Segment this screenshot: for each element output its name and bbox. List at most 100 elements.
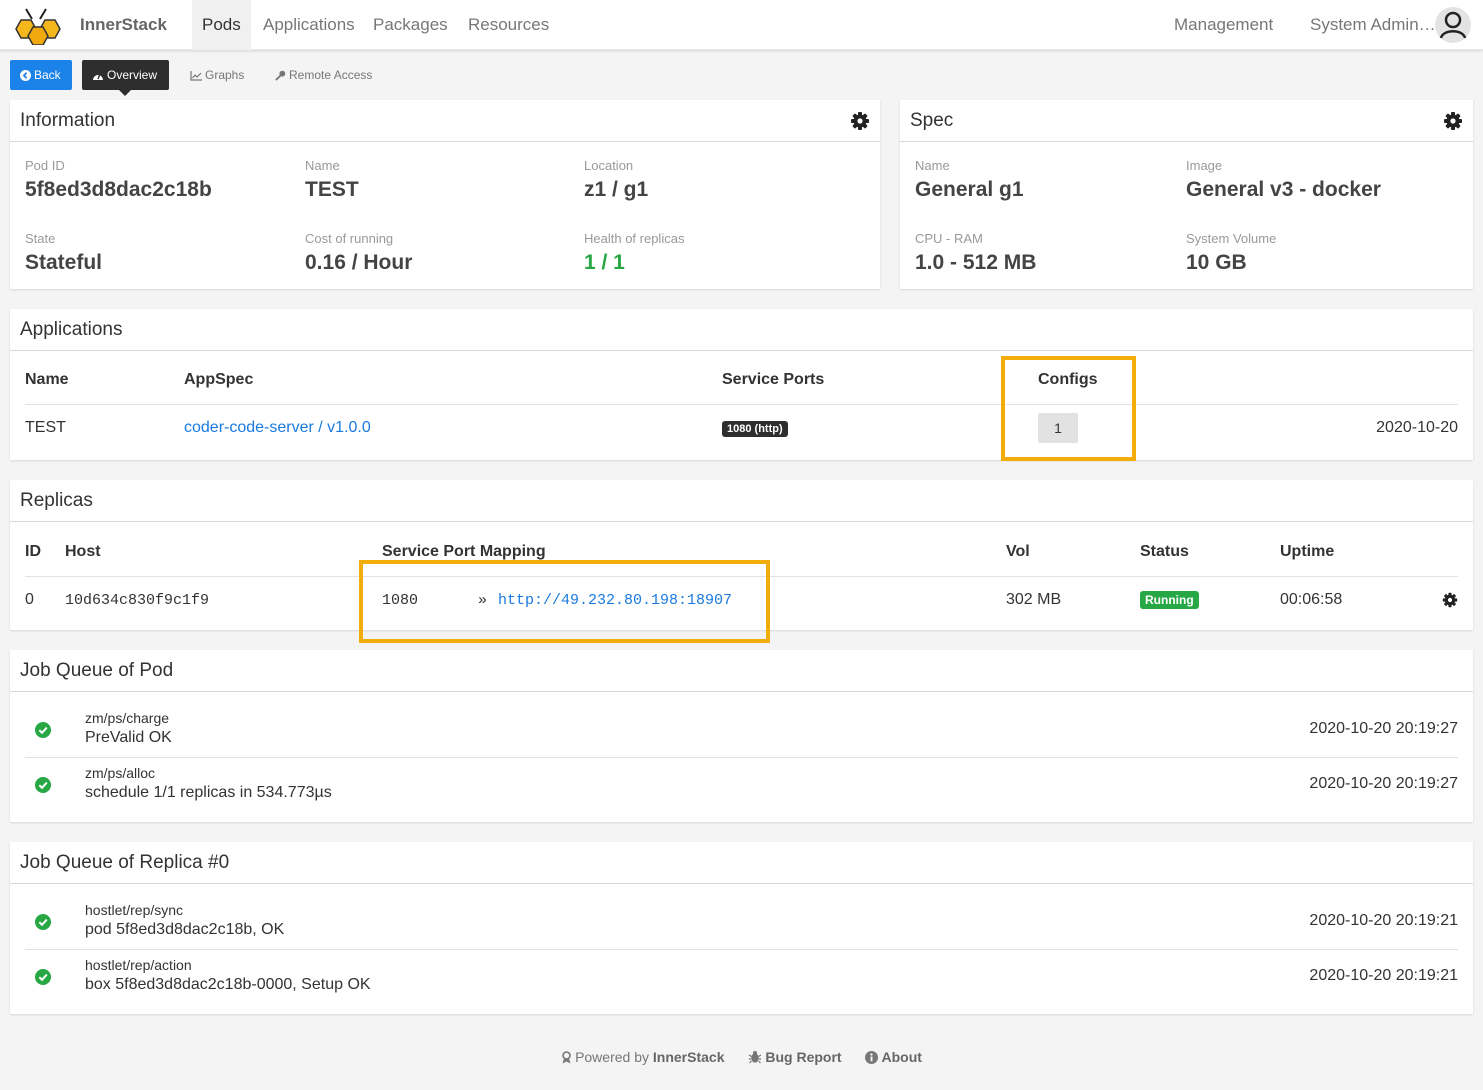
brand-name[interactable]: InnerStack [80, 15, 167, 35]
key-icon [275, 70, 286, 81]
spec-field-name: Name General g1 [915, 158, 1024, 202]
replica-id: 0 [25, 591, 34, 609]
award-icon [562, 1051, 571, 1064]
replica-url-link[interactable]: http://49.232.80.198:18907 [498, 592, 732, 609]
field-value: TEST [305, 178, 359, 201]
user-avatar[interactable] [1435, 7, 1471, 43]
job-item: zm/ps/charge PreValid OK 2020-10-20 20:1… [25, 702, 1458, 757]
applications-table: Name AppSpec Service Ports Configs TEST … [25, 356, 1458, 452]
job-queue-pod-panel: Job Queue of Pod zm/ps/charge PreValid O… [10, 650, 1473, 822]
table-row: 0 10d634c830f9c1f9 1080 » http://49.232.80… [25, 576, 1458, 624]
field-health: Health of replicas 1 / 1 [584, 231, 684, 275]
port-mapping: 1080 » http://49.232.80.198:18907 [382, 576, 1006, 624]
appspec-link[interactable]: coder-code-server / v1.0.0 [184, 419, 371, 436]
job-time: 2020-10-20 20:19:27 [1309, 775, 1458, 792]
col-id: ID [25, 528, 65, 577]
information-header: Information [10, 100, 880, 142]
status-badge: Running [1140, 591, 1199, 610]
spec-field-cpu-ram: CPU - RAM 1.0 - 512 MB [915, 231, 1036, 275]
job-message: schedule 1/1 replicas in 534.773µs [85, 784, 332, 801]
line-chart-icon [190, 71, 202, 81]
field-label: Cost of running [305, 231, 394, 246]
about-link[interactable]: About [865, 1049, 922, 1065]
nav-applications[interactable]: Applications [253, 0, 365, 50]
job-item: zm/ps/alloc schedule 1/1 replicas in 534… [25, 757, 1458, 812]
job-name: hostlet/rep/sync [85, 902, 184, 918]
job-queue-replica-panel: Job Queue of Replica #0 hostlet/rep/sync… [10, 842, 1473, 1014]
spec-panel: Spec Name General g1 Image General v3 - do… [900, 100, 1473, 289]
information-title: Information [20, 110, 116, 131]
spec-field-image: Image General v3 - docker [1186, 158, 1381, 202]
tab-remote-access[interactable]: Remote Access [265, 60, 382, 90]
tab-graphs[interactable]: Graphs [180, 60, 254, 90]
replicas-header: Replicas [10, 480, 1473, 522]
replicas-table: ID Host Service Port Mapping Vol Status … [25, 528, 1458, 624]
user-menu[interactable]: System Admin… [1310, 0, 1436, 50]
service-port-badge: 1080 (http) [722, 421, 788, 438]
back-button[interactable]: Back [10, 60, 72, 90]
table-row: TEST coder-code-server / v1.0.0 1080 (ht… [25, 404, 1458, 452]
replicas-panel: Replicas ID Host Service Port Mapping Vo… [10, 480, 1473, 630]
gear-icon[interactable] [1442, 592, 1458, 608]
field-label: System Volume [1186, 231, 1277, 246]
job-queue-pod-header: Job Queue of Pod [10, 650, 1473, 692]
field-value: 1.0 - 512 MB [915, 251, 1037, 274]
field-label: Image [1186, 158, 1223, 173]
powered-by[interactable]: Powered by InnerStack [561, 1049, 728, 1065]
bee-hive-logo[interactable] [12, 7, 64, 45]
check-circle-icon [35, 914, 51, 930]
configs-button[interactable]: 1 [1038, 413, 1078, 444]
powered-by-brand: InnerStack [652, 1049, 725, 1065]
information-panel: Information Pod ID 5f8ed3d8dac2c18b Name T… [10, 100, 880, 289]
spec-field-volume: System Volume 10 GB [1186, 231, 1276, 275]
job-message: PreValid OK [85, 729, 172, 746]
field-location: Location z1 / g1 [584, 158, 648, 202]
job-item: hostlet/rep/sync pod 5f8ed3d8dac2c18b, O… [25, 894, 1458, 949]
table-header-row: Name AppSpec Service Ports Configs [25, 356, 1458, 405]
nav-management[interactable]: Management [1174, 0, 1273, 50]
nav-packages[interactable]: Packages [363, 0, 458, 50]
applications-title: Applications [20, 319, 123, 340]
field-label: Location [584, 158, 634, 173]
field-state: State Stateful [25, 231, 102, 275]
job-name: zm/ps/charge [85, 710, 170, 726]
gear-icon[interactable] [1443, 111, 1463, 131]
field-value: General v3 - docker [1186, 178, 1381, 201]
table-header-row: ID Host Service Port Mapping Vol Status … [25, 528, 1458, 577]
nav-resources[interactable]: Resources [458, 0, 559, 50]
nav-pods[interactable]: Pods [192, 0, 251, 50]
job-queue-replica-header: Job Queue of Replica #0 [10, 842, 1473, 884]
replica-host: 10d634c830f9c1f9 [65, 591, 210, 609]
applications-panel: Applications Name AppSpec Service Ports … [10, 309, 1473, 460]
bug-report-link[interactable]: Bug Report [748, 1049, 845, 1065]
spec-header: Spec [900, 100, 1473, 142]
field-value: General g1 [915, 178, 1024, 201]
col-vol: Vol [1006, 528, 1140, 577]
spec-title: Spec [910, 110, 954, 131]
tab-overview[interactable]: Overview [82, 60, 169, 96]
job-queue-pod-title: Job Queue of Pod [20, 660, 174, 681]
field-label: Pod ID [25, 158, 65, 173]
job-name: hostlet/rep/action [85, 957, 192, 973]
footer: Powered by InnerStack Bug Report About [0, 1049, 1483, 1065]
top-navbar: InnerStack Pods Applications Packages Re… [0, 0, 1483, 50]
field-pod-id: Pod ID 5f8ed3d8dac2c18b [25, 158, 212, 202]
applications-header: Applications [10, 309, 1473, 351]
gear-icon[interactable] [850, 111, 870, 131]
app-date: 2020-10-20 [1376, 419, 1458, 437]
overview-label: Overview [107, 68, 158, 82]
replica-uptime: 00:06:58 [1280, 591, 1343, 609]
check-circle-icon [35, 777, 51, 793]
field-value: 5f8ed3d8dac2c18b [25, 178, 212, 201]
field-value: Stateful [25, 251, 103, 274]
field-value: 0.16 / Hour [305, 251, 413, 274]
field-value: 1 / 1 [584, 251, 625, 274]
col-uptime: Uptime [1280, 528, 1428, 577]
dashboard-icon [93, 73, 103, 80]
field-label: Name [305, 158, 340, 173]
check-circle-icon [35, 722, 51, 738]
job-item: hostlet/rep/action box 5f8ed3d8dac2c18b-… [25, 949, 1458, 1004]
job-queue-replica-title: Job Queue of Replica #0 [20, 852, 230, 873]
app-name: TEST [25, 419, 66, 437]
field-label: CPU - RAM [915, 231, 983, 246]
